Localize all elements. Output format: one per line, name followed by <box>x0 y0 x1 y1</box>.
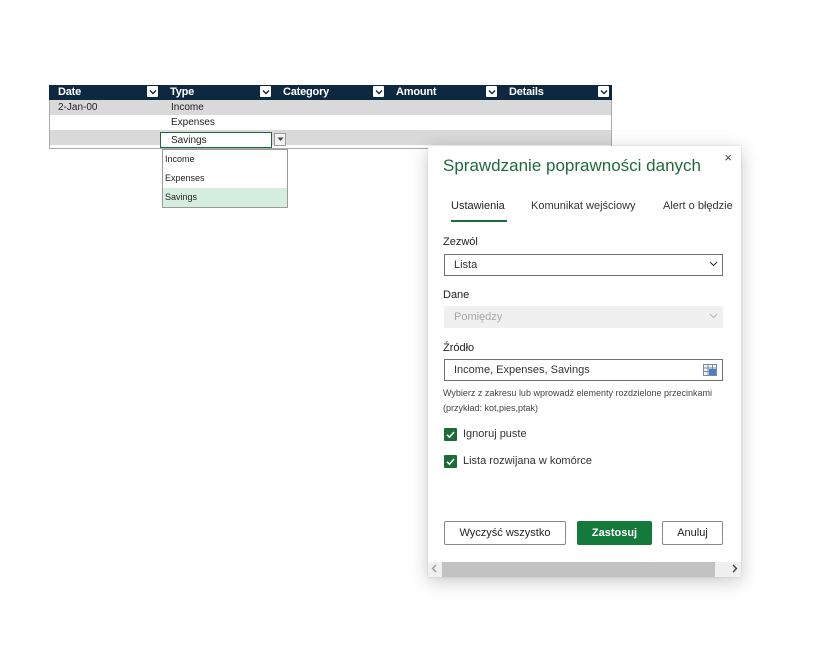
close-icon[interactable]: × <box>724 150 732 165</box>
header-cell-details: Details <box>500 85 612 100</box>
header-cell-type: Type <box>161 85 274 100</box>
allow-select[interactable]: Lista <box>444 254 723 276</box>
header-label-category: Category <box>283 86 330 98</box>
filter-dropdown-icon[interactable] <box>598 86 609 97</box>
chevron-down-icon <box>709 261 718 267</box>
active-cell-type[interactable]: Savings <box>160 132 272 148</box>
source-hint: Wybierz z zakresu lub wprowadź elementy … <box>443 388 713 413</box>
table-row: Expenses <box>49 115 612 130</box>
pane-tabs: Ustawienia Komunikat wejściowy Alert o b… <box>443 198 741 222</box>
checkmark-icon <box>444 455 457 468</box>
active-cell-value: Savings <box>171 135 207 146</box>
header-label-type: Type <box>170 86 195 98</box>
filter-dropdown-icon[interactable] <box>147 86 158 97</box>
active-tab-indicator <box>451 220 507 222</box>
table-row <box>49 130 612 145</box>
data-validation-pane: Sprawdzanie poprawności danych × Ustawie… <box>428 146 741 577</box>
checkmark-icon <box>444 428 457 441</box>
allow-select-value: Lista <box>454 259 478 271</box>
data-select-value: Pomiędzy <box>454 311 503 323</box>
data-label: Dane <box>443 289 470 301</box>
clear-all-button[interactable]: Wyczyść wszystko <box>444 521 566 545</box>
type-cell[interactable]: Income <box>171 102 204 113</box>
ignore-blank-label: Ignoruj puste <box>463 428 527 440</box>
table-header-row: Date Type Category Amount Details <box>49 85 612 100</box>
header-cell-date: Date <box>49 85 161 100</box>
tab-settings[interactable]: Ustawienia <box>451 200 505 212</box>
filter-dropdown-icon[interactable] <box>373 86 384 97</box>
date-cell[interactable]: 2-Jan-00 <box>58 102 97 113</box>
cell-dropdown-button[interactable] <box>274 133 286 146</box>
cancel-button[interactable]: Anuluj <box>662 521 723 545</box>
data-table: Date Type Category Amount Details 2-Jan-… <box>49 85 612 149</box>
tab-error-alert[interactable]: Alert o błędzie <box>663 200 733 212</box>
header-cell-amount: Amount <box>387 85 500 100</box>
scroll-left-icon[interactable] <box>431 564 437 576</box>
scrollbar-thumb[interactable] <box>442 562 715 577</box>
data-select: Pomiędzy <box>444 306 723 328</box>
source-label: Źródło <box>443 342 475 354</box>
chevron-down-icon <box>277 137 283 141</box>
tab-input-message[interactable]: Komunikat wejściowy <box>531 200 636 212</box>
scroll-right-icon[interactable] <box>732 564 738 576</box>
header-cell-category: Category <box>274 85 387 100</box>
dropdown-option-savings[interactable]: Savings <box>163 188 287 207</box>
source-input-value: Income, Expenses, Savings <box>454 364 590 376</box>
filter-dropdown-icon[interactable] <box>486 86 497 97</box>
range-select-icon[interactable] <box>703 364 717 376</box>
header-label-amount: Amount <box>396 86 437 98</box>
allow-label: Zezwól <box>443 236 478 248</box>
chevron-down-icon <box>709 313 718 319</box>
type-cell[interactable]: Expenses <box>171 117 215 128</box>
header-label-details: Details <box>509 86 544 98</box>
dropdown-option-expenses[interactable]: Expenses <box>163 169 287 188</box>
pane-title: Sprawdzanie poprawności danych <box>443 156 701 175</box>
table-row: 2-Jan-00 Income <box>49 100 612 115</box>
horizontal-scrollbar[interactable] <box>428 562 741 577</box>
cell-dropdown-list: Income Expenses Savings <box>162 149 288 208</box>
source-input[interactable]: Income, Expenses, Savings <box>444 359 723 381</box>
apply-button[interactable]: Zastosuj <box>577 521 652 545</box>
filter-dropdown-icon[interactable] <box>260 86 271 97</box>
header-label-date: Date <box>58 86 82 98</box>
in-cell-dropdown-label: Lista rozwijana w komórce <box>463 455 592 467</box>
dropdown-option-income[interactable]: Income <box>163 150 287 169</box>
